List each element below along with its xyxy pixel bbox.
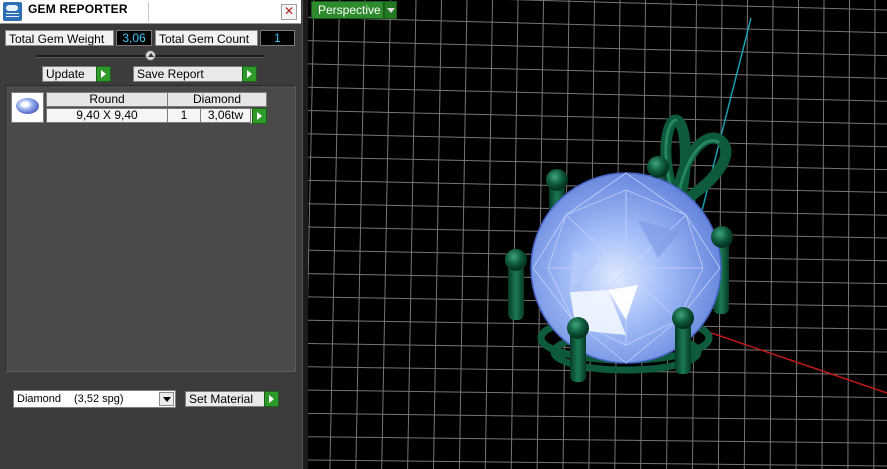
grid-line [484,0,493,469]
gem-count-cell: 1 [167,108,201,123]
x-axis-line [687,324,887,394]
title-bar: GEM REPORTER ✕ [0,0,301,24]
play-arrow-icon [252,108,267,124]
save-report-button[interactable]: Save Report [133,66,257,82]
round-gem-thumbnail-icon[interactable] [11,92,44,123]
size-slider-handle[interactable] [144,50,156,61]
update-button[interactable]: Update [42,66,111,82]
save-report-button-label: Save Report [137,67,204,81]
gem-material-cell: Diamond [167,92,267,107]
set-material-button-label: Set Material [189,392,254,406]
grid-line [769,0,774,469]
total-gem-count-value: 1 [260,30,295,46]
window-title: GEM REPORTER [28,2,128,16]
grid-line [407,0,417,469]
grid-line [355,0,366,469]
grid-line [743,0,748,469]
grid-line [308,133,887,148]
grid-line [308,40,887,57]
gem-size-cell: 9,40 X 9,40 [46,108,168,123]
grid-line [381,0,391,469]
grid-line [308,412,887,421]
total-gem-weight-label: Total Gem Weight [5,30,114,46]
grid-line [308,86,887,102]
play-arrow-icon [96,66,111,82]
material-name: Diamond [17,393,62,405]
grid-line [821,0,825,469]
update-button-label: Update [46,67,85,81]
material-specific-gravity: (3,52 spg) [74,393,124,405]
grid-line [308,459,887,467]
total-gem-count-label: Total Gem Count [155,30,258,46]
total-gem-weight-value: 3,06 [116,30,152,46]
round-diamond-gem [530,172,722,364]
grid-line [510,0,519,469]
chevron-down-icon[interactable] [159,392,174,406]
grid-line [308,389,887,399]
grid-line [308,63,887,79]
grid-line [308,436,887,444]
grid-line [308,156,887,171]
grid-line [458,0,468,469]
gem-weight-cell: 3,06tw [200,108,251,123]
grid-line [308,110,887,125]
gem-row-go-button[interactable] [250,108,267,124]
play-arrow-icon [242,66,257,82]
grid-line [795,0,799,469]
grid-line [308,0,315,305]
material-dropdown[interactable]: Diamond (3,52 spg) [13,390,176,408]
title-separator [148,2,149,21]
grid-line [308,16,887,34]
grid-line [847,0,850,469]
gem-list [5,85,296,372]
view-mode-button[interactable]: Perspective [311,1,384,19]
grid-line [873,0,876,469]
grid-line [433,0,442,469]
set-material-button[interactable]: Set Material [185,391,279,407]
gem-reporter-panel: GEM REPORTER ✕ Total Gem Weight 3,06 Tot… [0,0,303,469]
viewport-scene [308,0,887,469]
perspective-viewport[interactable] [308,0,887,469]
grid-line [329,0,340,469]
chevron-down-icon[interactable] [384,1,397,19]
gem-reporter-app-icon [3,2,22,21]
gem-shape-cell: Round [46,92,168,107]
play-arrow-icon [264,391,279,407]
close-icon[interactable]: ✕ [281,4,297,20]
